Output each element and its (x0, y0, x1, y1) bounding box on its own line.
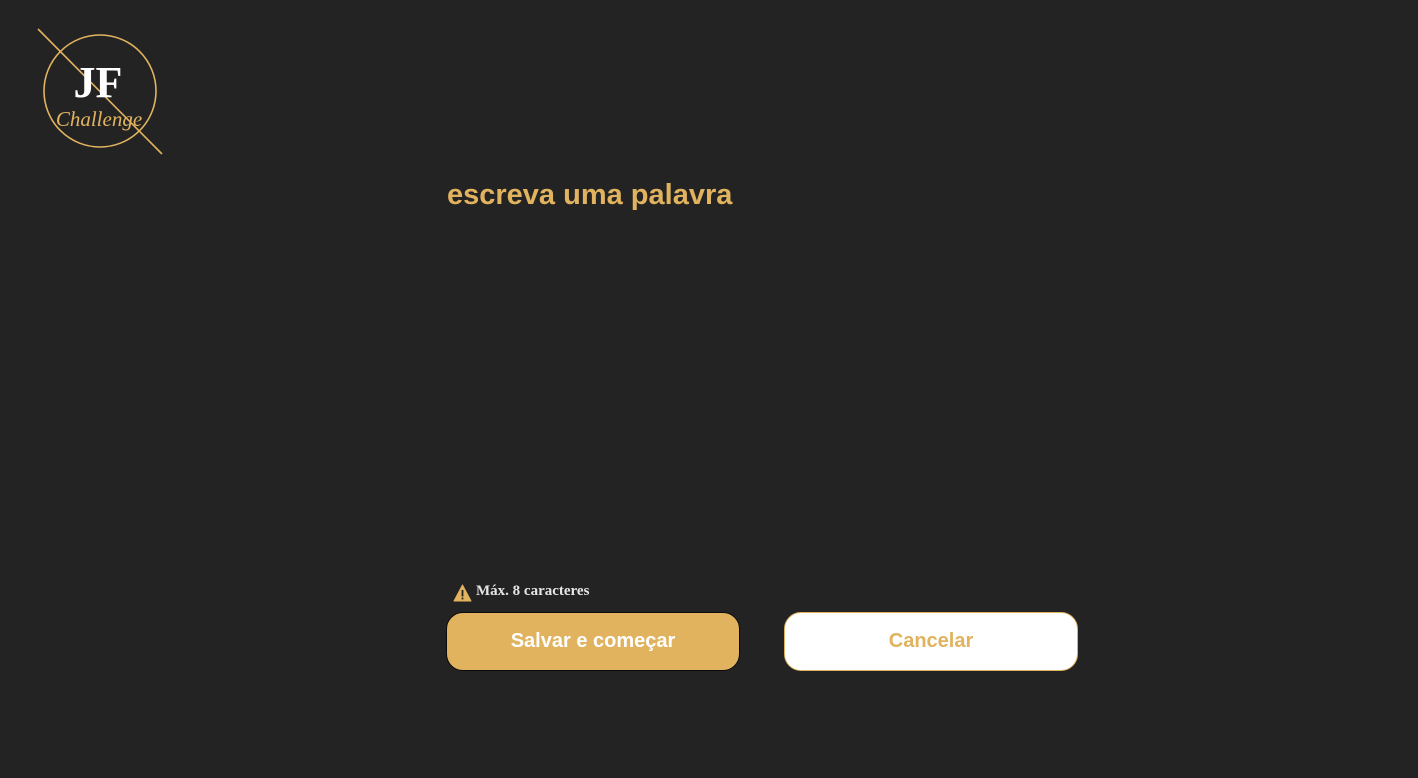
word-input[interactable] (447, 170, 1087, 550)
logo-tagline: Challenge (56, 107, 142, 131)
logo-emblem: JF Challenge (37, 28, 163, 155)
hint-text: Máx. 8 caracteres (476, 582, 590, 599)
logo-monogram: JF (74, 58, 123, 107)
character-limit-hint: Máx. 8 caracteres (453, 580, 589, 602)
cancel-button[interactable]: Cancelar (784, 612, 1078, 671)
warning-icon (453, 584, 472, 602)
save-and-start-button[interactable]: Salvar e começar (446, 612, 740, 671)
save-and-start-label: Salvar e começar (510, 630, 676, 652)
logo: JF Challenge (36, 27, 166, 157)
cancel-label: Cancelar (888, 630, 974, 652)
